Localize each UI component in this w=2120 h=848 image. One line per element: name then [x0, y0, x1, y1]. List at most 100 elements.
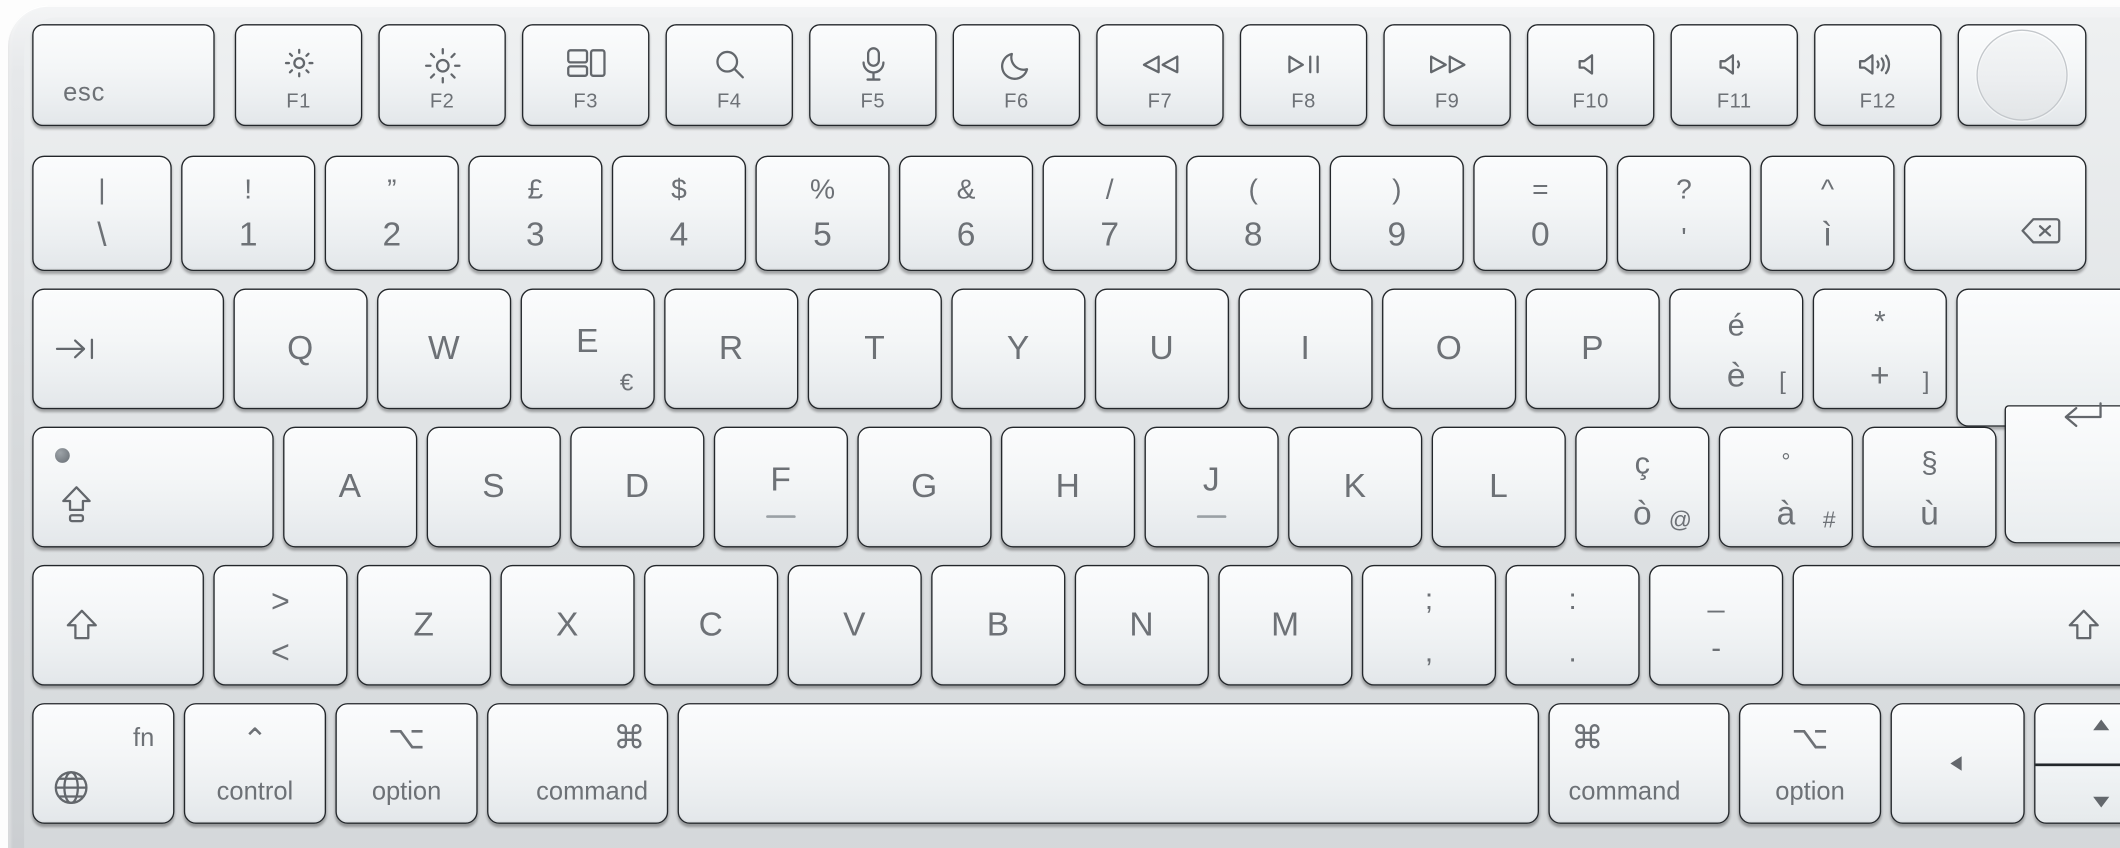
- key-agrave-hash-label: #: [1822, 507, 1836, 533]
- key-f8-label: F8: [1291, 90, 1316, 114]
- key-minus[interactable]: _ -: [1649, 564, 1784, 686]
- key-1[interactable]: ! 1: [181, 155, 316, 272]
- key-y[interactable]: Y: [951, 288, 1086, 410]
- key-v[interactable]: V: [787, 564, 922, 686]
- key-x[interactable]: X: [500, 564, 635, 686]
- key-8[interactable]: ( 8: [1186, 155, 1321, 272]
- key-n[interactable]: N: [1074, 564, 1209, 686]
- key-command-right[interactable]: ⌘ command: [1548, 703, 1730, 824]
- key-m[interactable]: M: [1218, 564, 1353, 686]
- key-backslash-bottom-label: \: [97, 216, 107, 255]
- key-z[interactable]: Z: [356, 564, 492, 686]
- key-0-bottom-label: 0: [1531, 216, 1550, 255]
- key-f11-volume-down[interactable]: F11: [1670, 24, 1798, 127]
- key-igrave[interactable]: ^ ì: [1760, 155, 1895, 272]
- key-k[interactable]: K: [1288, 426, 1423, 548]
- key-eacute-top-label: é: [1727, 307, 1745, 343]
- key-f12-volume-up[interactable]: F12: [1814, 24, 1942, 127]
- key-shift-left[interactable]: [32, 564, 204, 686]
- key-o-label: O: [1435, 329, 1463, 367]
- key-h[interactable]: H: [1000, 426, 1136, 548]
- key-3[interactable]: £ 3: [468, 155, 603, 272]
- key-backslash[interactable]: | \: [32, 155, 172, 272]
- key-q-label: Q: [287, 329, 314, 367]
- key-w[interactable]: W: [377, 288, 512, 410]
- key-f1-brightness-down[interactable]: F1: [234, 24, 363, 127]
- key-r[interactable]: R: [664, 288, 799, 410]
- key-agrave[interactable]: ° à #: [1718, 426, 1853, 548]
- key-command-left[interactable]: ⌘ command: [487, 703, 669, 824]
- key-f7-rewind[interactable]: F7: [1096, 24, 1224, 127]
- key-ugrave-bottom-label: ù: [1920, 494, 1939, 533]
- key-p-label: P: [1581, 329, 1605, 367]
- key-z-label: Z: [413, 605, 435, 644]
- key-escape[interactable]: esc: [32, 24, 215, 127]
- key-arrow-left[interactable]: [1890, 703, 2025, 824]
- key-i[interactable]: I: [1238, 288, 1373, 410]
- key-t[interactable]: T: [807, 288, 942, 410]
- key-6[interactable]: & 6: [898, 155, 1034, 272]
- key-u[interactable]: U: [1094, 288, 1230, 410]
- key-shift-right[interactable]: [1792, 564, 2120, 686]
- key-f4-spotlight[interactable]: F4: [665, 24, 793, 127]
- key-9[interactable]: ) 9: [1329, 155, 1464, 272]
- key-b[interactable]: B: [931, 564, 1066, 686]
- key-f3-mission-control[interactable]: F3: [521, 24, 650, 127]
- arrow-up-icon[interactable]: [2035, 717, 2120, 733]
- key-d[interactable]: D: [570, 426, 705, 548]
- key-c[interactable]: C: [644, 564, 779, 686]
- key-control-symbol: ⌃: [242, 721, 268, 757]
- key-fn[interactable]: fn: [32, 703, 175, 824]
- key-g[interactable]: G: [857, 426, 992, 548]
- key-semicolon[interactable]: ; ,: [1361, 564, 1497, 686]
- key-caps-lock[interactable]: [32, 426, 274, 548]
- key-j-home-bump: [1196, 515, 1227, 518]
- key-j[interactable]: J: [1144, 426, 1279, 548]
- key-plus[interactable]: * + ]: [1812, 288, 1947, 410]
- key-plus-bracket-label: ]: [1922, 367, 1930, 395]
- key-less-greater[interactable]: > <: [213, 564, 348, 686]
- key-9-top-label: ): [1392, 174, 1402, 206]
- key-f10-mute[interactable]: F10: [1526, 24, 1655, 127]
- key-7[interactable]: / 7: [1042, 155, 1177, 272]
- key-eacute[interactable]: é è [: [1669, 288, 1804, 410]
- key-a[interactable]: A: [283, 426, 418, 548]
- key-option-right[interactable]: ⌥ option: [1738, 703, 1882, 824]
- search-icon: [712, 47, 747, 82]
- key-q[interactable]: Q: [233, 288, 368, 410]
- key-colon[interactable]: : .: [1505, 564, 1640, 686]
- key-command-label: command: [1568, 778, 1681, 807]
- key-p[interactable]: P: [1525, 288, 1660, 410]
- key-f8-play-pause[interactable]: F8: [1239, 24, 1368, 127]
- key-apostrophe[interactable]: ? ': [1616, 155, 1752, 272]
- key-f2-brightness-up[interactable]: F2: [378, 24, 506, 127]
- key-f5-dictation[interactable]: F5: [809, 24, 937, 127]
- key-s[interactable]: S: [426, 426, 561, 548]
- key-0[interactable]: = 0: [1473, 155, 1608, 272]
- key-o[interactable]: O: [1382, 288, 1517, 410]
- key-5[interactable]: % 5: [755, 155, 890, 272]
- key-arrow-up-down[interactable]: [2034, 703, 2120, 824]
- key-control-left[interactable]: ⌃ control: [183, 703, 327, 824]
- key-less-greater-top-label: >: [271, 583, 290, 620]
- key-f6-do-not-disturb[interactable]: F6: [952, 24, 1081, 127]
- key-e[interactable]: E €: [520, 288, 655, 410]
- key-4[interactable]: $ 4: [611, 155, 747, 272]
- key-agrave-top-label: °: [1781, 449, 1791, 475]
- key-ccedilla[interactable]: ç ò @: [1575, 426, 1710, 548]
- key-command-symbol: ⌘: [1571, 720, 1604, 757]
- key-f12-label: F12: [1859, 90, 1896, 114]
- key-touch-id[interactable]: [1957, 24, 2087, 127]
- key-2[interactable]: ” 2: [324, 155, 459, 272]
- arrow-down-icon[interactable]: [2035, 794, 2120, 810]
- key-space[interactable]: [677, 703, 1540, 824]
- key-option-left[interactable]: ⌥ option: [335, 703, 478, 824]
- mission-control-icon: [566, 48, 606, 78]
- key-f[interactable]: F: [713, 426, 848, 548]
- play-pause-icon: [1283, 52, 1323, 76]
- key-delete[interactable]: [1903, 155, 2087, 272]
- key-ugrave[interactable]: § ù: [1862, 426, 1997, 548]
- key-f9-fast-forward[interactable]: F9: [1383, 24, 1511, 127]
- key-l[interactable]: L: [1431, 426, 1566, 548]
- key-tab[interactable]: [32, 288, 225, 410]
